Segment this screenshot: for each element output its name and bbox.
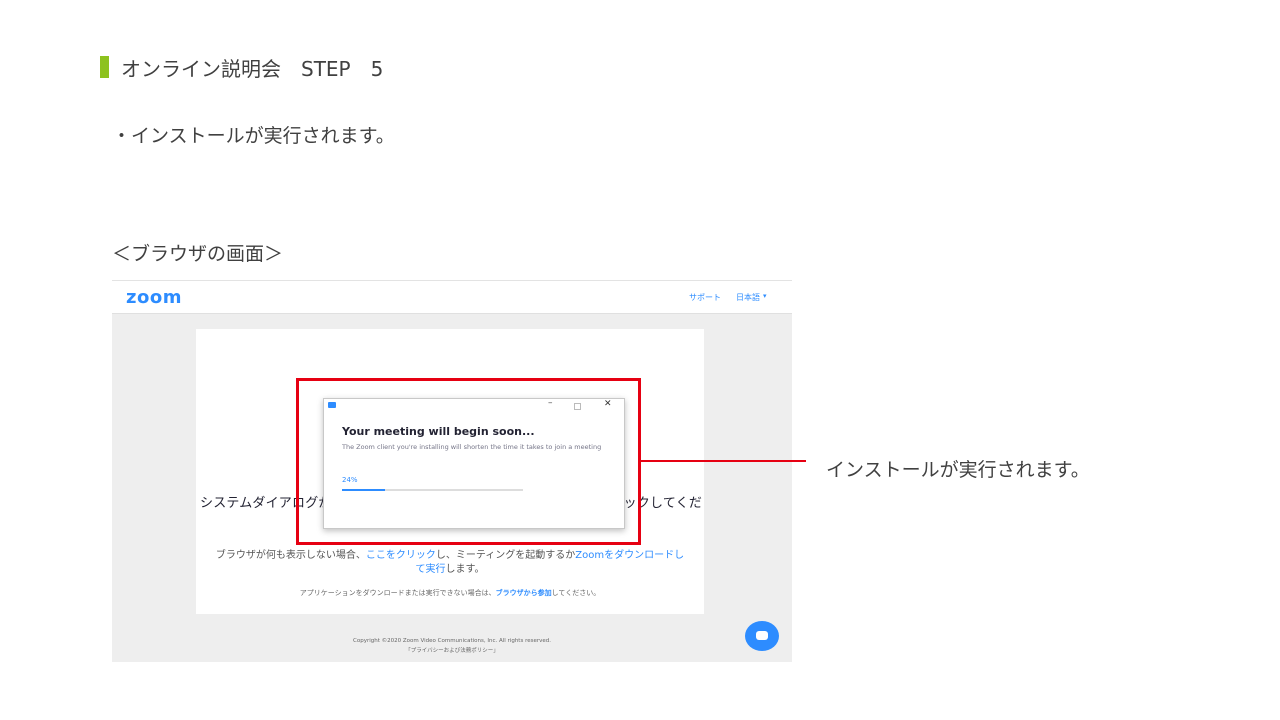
app-note-prefix: アプリケーションをダウンロードまたは実行できない場合は、 (299, 589, 496, 597)
copyright-text: Copyright ©2020 Zoom Video Communication… (353, 638, 551, 644)
app-note: アプリケーションをダウンロードまたは実行できない場合は、ブラウザから参加してくだ… (196, 588, 704, 598)
app-note-suffix: してください。 (551, 589, 601, 597)
zoom-header: zoom サポート 日本語 ▾ (112, 280, 792, 314)
help-suffix: します。 (445, 564, 485, 575)
section-label: ＜ブラウザの画面＞ (112, 243, 284, 265)
nav-support-link[interactable]: サポート (689, 292, 721, 303)
callout-line (641, 460, 806, 462)
zoom-logo[interactable]: zoom (126, 287, 182, 308)
bullet-text: ・インストールが実行されます。 (112, 125, 395, 147)
nav-language-select[interactable]: 日本語 (736, 292, 760, 303)
title-accent-bar (100, 56, 109, 78)
highlight-box (296, 378, 641, 545)
join-from-browser-link[interactable]: ブラウザから参加 (496, 589, 552, 597)
chat-icon (756, 631, 768, 640)
download-zoom-link-cont[interactable]: て実行 (416, 564, 446, 575)
chevron-down-icon[interactable]: ▾ (763, 292, 767, 300)
help-text: ブラウザが何も表示しない場合、ここをクリックし、ミーティングを起動するかZoom… (196, 546, 704, 561)
slide-title: オンライン説明会 STEP 5 (121, 57, 384, 81)
callout-text: インストールが実行されます。 (826, 459, 1090, 481)
privacy-link[interactable]: 「プライバシーおよび法務ポリシー」 (112, 646, 792, 654)
help-text-line2: て実行します。 (196, 560, 704, 575)
chat-button[interactable] (745, 621, 779, 651)
